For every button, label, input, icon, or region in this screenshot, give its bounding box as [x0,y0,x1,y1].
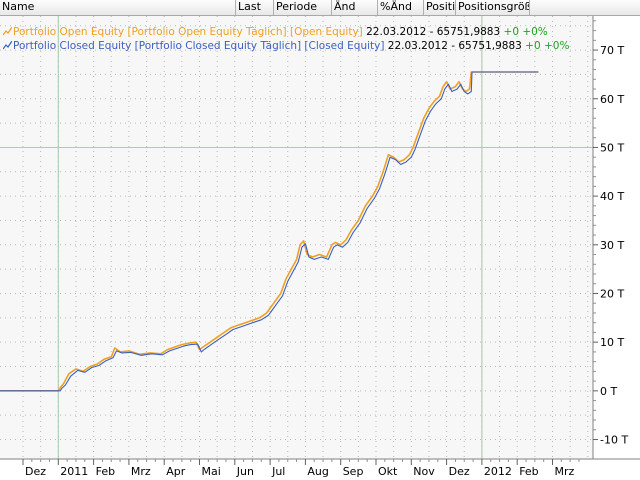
x-tick-label: Dez [25,465,46,478]
column-header-change[interactable]: Änd [332,0,378,15]
column-header-last[interactable]: Last [236,0,274,15]
y-tick-label: 30 T [600,239,624,252]
x-tick-label: Feb [96,465,115,478]
x-tick-label: Sep [343,465,364,478]
x-tick-label: Feb [519,465,538,478]
legend-open-equity-value: 22.03.2012 - 65751,9883 [366,26,501,38]
y-tick-label: 60 T [600,93,624,106]
equity-chart[interactable]: -10 T 0 T 10 T 20 T 30 T 40 T 50 T 60 T 70 T Dez 2… [0,16,640,480]
plot-background [0,16,593,459]
legend-open-equity-name: Portfolio Open Equity [Portfolio Open Eq… [13,26,363,38]
x-tick-label: Okt [378,465,398,478]
column-header-position-size[interactable]: Positionsgröße [456,0,530,15]
x-tick-label: Mrz [131,465,151,478]
x-tick-label: 2011 [60,465,88,478]
legend-closed-equity-value: 22.03.2012 - 65751,9883 [387,40,522,52]
legend-closed-equity-change: +0 +0% [525,40,570,52]
x-tick-label: Mrz [555,465,575,478]
y-tick-label: 0 T [600,385,617,398]
legend-closed-equity-name: Portfolio Closed Equity [Portfolio Close… [13,40,385,52]
x-tick-label: Aug [307,465,328,478]
y-tick-label: -10 T [600,434,628,447]
y-tick-label: 70 T [600,44,624,57]
x-tick-label: Dez [449,465,470,478]
y-tick-label: 50 T [600,141,624,154]
legend-closed-equity[interactable]: Portfolio Closed Equity [Portfolio Close… [2,40,570,53]
x-tick-label: Mai [202,465,221,478]
chart-canvas[interactable]: -10 T 0 T 10 T 20 T 30 T 40 T 50 T 60 T 70 T Dez 2… [0,16,640,480]
line-series-icon [2,26,13,36]
column-header-position[interactable]: Positi [424,0,456,15]
column-header-periode[interactable]: Periode [274,0,332,15]
y-tick-label: 20 T [600,287,624,300]
y-tick-label: 10 T [600,336,624,349]
column-header-percent-change[interactable]: %Änd [378,0,424,15]
line-series-icon [2,40,13,50]
y-tick-label: 40 T [600,190,624,203]
x-tick-label: Nov [413,465,435,478]
x-tick-label: Apr [166,465,186,478]
x-tick-label: Jun [236,465,254,478]
x-tick-label: 2012 [484,465,512,478]
x-tick-label: Jul [271,465,285,478]
legend-open-equity-change: +0 +0% [503,26,548,38]
legend-open-equity[interactable]: Portfolio Open Equity [Portfolio Open Eq… [2,26,548,39]
column-header-bar: Name Last Periode Änd %Änd Positi Positi… [0,0,640,16]
column-header-name[interactable]: Name [0,0,236,15]
